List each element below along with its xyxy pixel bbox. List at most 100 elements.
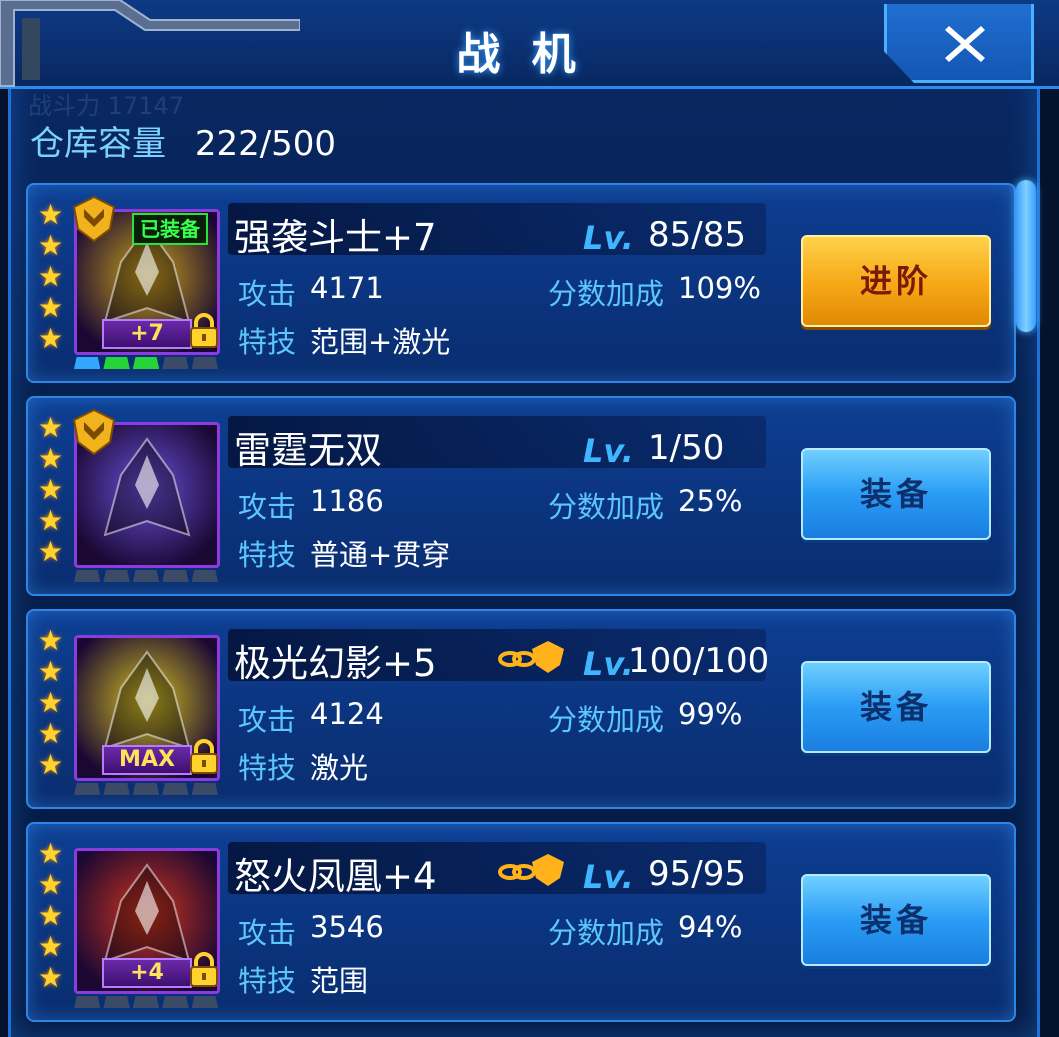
star-icon: ★ (38, 442, 64, 475)
skill-label: 特技 (238, 751, 297, 785)
fighter-name: 强袭斗士+7 (234, 216, 437, 259)
chain-link-icon (498, 850, 570, 894)
level-label: Lv. (583, 645, 634, 683)
slot-indicator (162, 357, 189, 369)
fighter-card[interactable]: ★ ★ ★ ★ ★ +4 怒火凤凰+4 Lv. 95/95 攻击 3546 分数加成 94% 特技范… (26, 822, 1016, 1022)
slot-indicator (191, 783, 219, 795)
level-value: 100/100 (628, 641, 770, 681)
attack-label: 攻击 (238, 490, 297, 524)
star-icon: ★ (38, 899, 64, 932)
level-label: Lv. (583, 858, 634, 896)
attack-value: 4124 (310, 697, 384, 731)
chain-link-icon (498, 637, 570, 681)
star-icon: ★ (38, 717, 64, 750)
upgrade-slots (74, 570, 219, 582)
star-rating: ★ ★ ★ ★ ★ (38, 412, 68, 567)
star-icon: ★ (38, 624, 64, 657)
slot-indicator (191, 570, 219, 582)
close-icon (945, 26, 985, 62)
score-bonus-value: 109% (678, 271, 761, 305)
star-icon: ★ (38, 322, 64, 355)
rank-emblem-icon (68, 193, 120, 249)
slot-indicator (103, 570, 130, 582)
upgrade-slots (74, 996, 219, 1008)
skill-label: 特技 (238, 964, 297, 998)
star-icon: ★ (38, 837, 64, 870)
star-rating: ★ ★ ★ ★ ★ (38, 838, 68, 993)
star-icon: ★ (38, 535, 64, 568)
enhance-badge: MAX (102, 745, 192, 775)
star-icon: ★ (38, 930, 64, 963)
slot-indicator (103, 357, 130, 369)
attack-label: 攻击 (238, 703, 297, 737)
attack-value: 1186 (310, 484, 384, 518)
lock-icon[interactable] (188, 952, 220, 988)
level-value: 95/95 (648, 854, 746, 894)
slot-indicator (74, 357, 101, 369)
upgrade-slots (74, 357, 219, 369)
slot-indicator (132, 783, 160, 795)
star-icon: ★ (38, 229, 64, 262)
slot-indicator (132, 357, 160, 369)
fighter-card[interactable]: ★ ★ ★ ★ ★ MAX 极光幻影+5 Lv. 100/100 攻击 4124 分数加成 99%… (26, 609, 1016, 809)
star-icon: ★ (38, 260, 64, 293)
slot-indicator (162, 570, 189, 582)
skill-value: 范围+激光 (310, 325, 451, 359)
scrollbar-thumb[interactable] (1016, 180, 1036, 332)
skill-value: 激光 (310, 751, 369, 785)
level-value: 85/85 (648, 215, 746, 255)
lock-icon[interactable] (188, 739, 220, 775)
slot-indicator (74, 783, 101, 795)
warehouse-capacity: 仓库容量 222/500 (30, 116, 336, 165)
star-icon: ★ (38, 473, 64, 506)
score-bonus-value: 94% (678, 910, 743, 944)
star-icon: ★ (38, 291, 64, 324)
fighter-name: 极光幻影+5 (234, 642, 437, 685)
score-bonus-label: 分数加成 (548, 490, 665, 524)
rank-emblem-icon (68, 406, 120, 462)
star-icon: ★ (38, 868, 64, 901)
star-rating: ★ ★ ★ ★ ★ (38, 199, 68, 354)
lock-icon[interactable] (188, 313, 220, 349)
skill-value: 普通+贯穿 (310, 538, 451, 572)
skill-label: 特技 (238, 325, 297, 359)
slot-indicator (74, 570, 101, 582)
score-bonus-label: 分数加成 (548, 916, 665, 950)
capacity-label: 仓库容量 (30, 124, 166, 164)
skill-label: 特技 (238, 538, 297, 572)
fighter-name: 怒火凤凰+4 (234, 855, 437, 898)
equipped-tag: 已装备 (132, 213, 208, 245)
enhance-badge: +4 (102, 958, 192, 988)
title-bar: 战 机 (0, 0, 1059, 89)
score-bonus-value: 25% (678, 484, 743, 518)
enhance-badge: +7 (102, 319, 192, 349)
slot-indicator (74, 996, 101, 1008)
skill-value: 范围 (310, 964, 369, 998)
slot-indicator (103, 783, 130, 795)
star-icon: ★ (38, 198, 64, 231)
star-icon: ★ (38, 961, 64, 994)
equip-button[interactable]: 装备 (801, 448, 991, 540)
star-icon: ★ (38, 411, 64, 444)
equip-button[interactable]: 装备 (801, 874, 991, 966)
score-bonus-value: 99% (678, 697, 743, 731)
fighter-name: 雷霆无双 (234, 429, 382, 472)
advance-button[interactable]: 进阶 (801, 235, 991, 327)
upgrade-slots (74, 783, 219, 795)
star-icon: ★ (38, 655, 64, 688)
equip-button[interactable]: 装备 (801, 661, 991, 753)
close-button[interactable] (884, 4, 1034, 83)
fighter-card[interactable]: ★ ★ ★ ★ ★ 已装备 +7 强袭斗士+7 Lv. 85/85 攻击 4171 分数加成 109%… (26, 183, 1016, 383)
star-rating: ★ ★ ★ ★ ★ (38, 625, 68, 780)
capacity-value: 222/500 (194, 124, 337, 164)
score-bonus-label: 分数加成 (548, 277, 665, 311)
level-label: Lv. (583, 432, 634, 470)
level-value: 1/50 (648, 428, 725, 468)
fighter-card[interactable]: ★ ★ ★ ★ ★ 雷霆无双 Lv. 1/50 攻击 1186 分数加成 25% 特技 普通+贯穿 装备 (26, 396, 1016, 596)
score-bonus-label: 分数加成 (548, 703, 665, 737)
level-label: Lv. (583, 219, 634, 257)
star-icon: ★ (38, 748, 64, 781)
attack-label: 攻击 (238, 916, 297, 950)
attack-label: 攻击 (238, 277, 297, 311)
slot-indicator (162, 783, 189, 795)
